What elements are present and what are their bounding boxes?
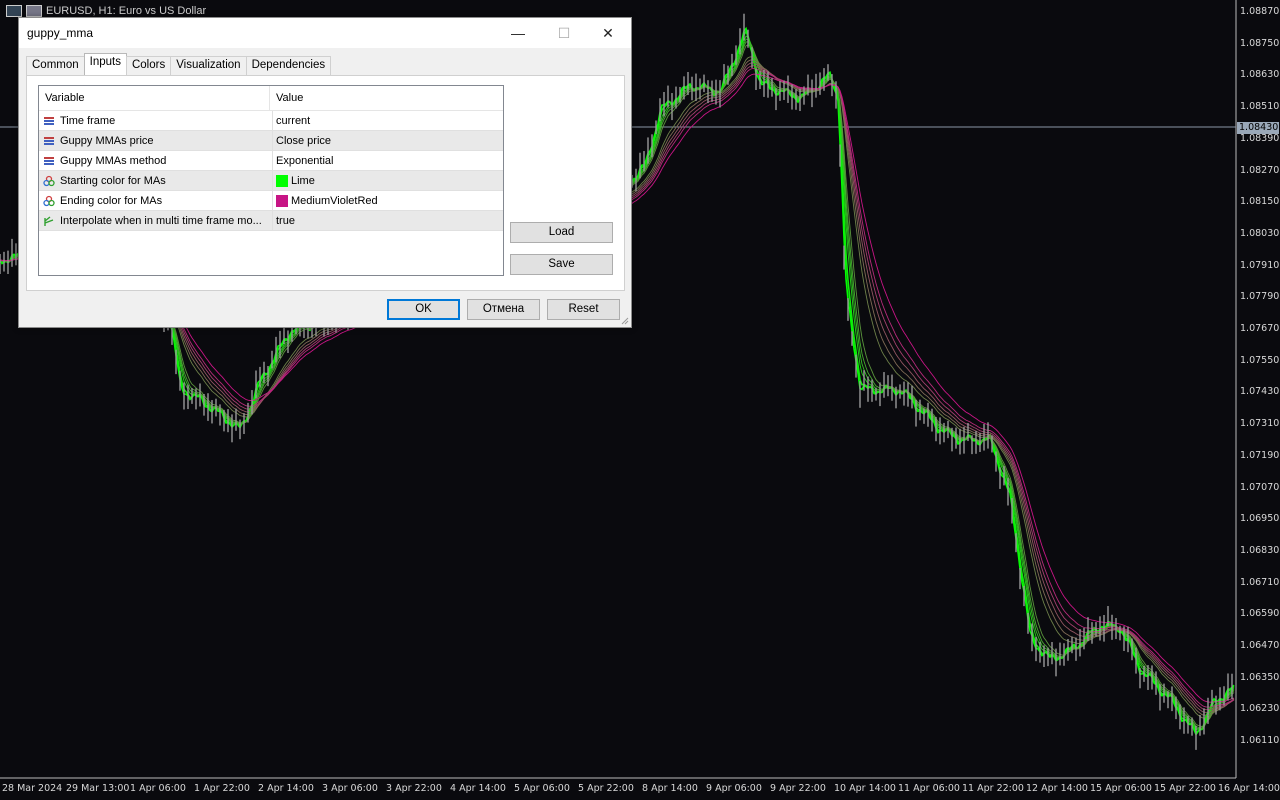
value-column-header[interactable]: Value — [270, 86, 303, 110]
price-tick-label: 1.07670 — [1240, 323, 1280, 334]
time-tick-label: 16 Apr 14:00 — [1218, 783, 1280, 794]
tab-common[interactable]: Common — [26, 56, 85, 75]
enum-icon — [44, 116, 54, 125]
variable-name: Guppy MMAs price — [60, 134, 154, 147]
price-tick-label: 1.08870 — [1240, 6, 1280, 17]
close-button[interactable]: ✕ — [585, 18, 631, 48]
price-tick-label: 1.08150 — [1240, 196, 1280, 208]
chart-icon — [6, 5, 22, 17]
variable-name: Starting color for MAs — [60, 174, 166, 187]
time-tick-label: 5 Apr 06:00 — [514, 783, 570, 794]
time-tick-label: 5 Apr 22:00 — [578, 783, 634, 794]
inputs-grid[interactable]: Variable Value Time frame current Guppy … — [38, 85, 504, 276]
input-row-interpolate[interactable]: Interpolate when in multi time frame mo.… — [39, 211, 503, 231]
input-row-starting-color[interactable]: Starting color for MAs Lime — [39, 171, 503, 191]
color-icon — [43, 195, 55, 206]
price-tick-label: 1.06350 — [1240, 671, 1280, 683]
time-tick-label: 12 Apr 14:00 — [1026, 783, 1088, 794]
price-tick-label: 1.07430 — [1240, 386, 1280, 398]
inputs-panel: Variable Value Time frame current Guppy … — [26, 75, 625, 291]
price-tick-label: 1.08270 — [1240, 164, 1280, 176]
price-tick-label: 1.06590 — [1240, 608, 1280, 620]
price-tick-label: 1.07310 — [1240, 418, 1280, 430]
title-bar[interactable]: guppy_mma — ☐ ✕ — [19, 18, 631, 48]
time-tick-label: 11 Apr 22:00 — [962, 783, 1024, 794]
time-tick-label: 9 Apr 06:00 — [706, 783, 762, 794]
enum-icon — [44, 156, 54, 165]
tab-colors[interactable]: Colors — [125, 56, 172, 75]
variable-value: current — [276, 114, 311, 127]
chart-title: EURUSD, H1: Euro vs US Dollar — [6, 5, 206, 17]
input-row-method[interactable]: Guppy MMAs method Exponential — [39, 151, 503, 171]
ok-button[interactable]: OK — [387, 299, 460, 320]
price-tick-label: 1.08390 — [1240, 132, 1280, 144]
variable-name: Guppy MMAs method — [60, 154, 167, 167]
symbol-icon — [26, 5, 42, 17]
maximize-button[interactable]: ☐ — [541, 18, 587, 48]
price-tick-label: 1.08510 — [1240, 101, 1280, 113]
color-swatch — [276, 174, 288, 187]
variable-name: Time frame — [60, 114, 116, 127]
input-row-time-frame[interactable]: Time frame current — [39, 111, 503, 131]
color-swatch — [276, 194, 288, 207]
load-button[interactable]: Load — [510, 222, 613, 243]
variable-value: Lime — [291, 174, 315, 187]
variable-value: Exponential — [276, 154, 334, 167]
time-tick-label: 3 Apr 22:00 — [386, 783, 442, 794]
bool-icon — [44, 215, 54, 226]
time-tick-label: 29 Mar 13:00 — [66, 783, 130, 794]
price-tick-label: 1.06950 — [1240, 513, 1280, 525]
time-tick-label: 3 Apr 06:00 — [322, 783, 378, 794]
variable-name: Interpolate when in multi time frame mo.… — [60, 214, 262, 227]
time-tick-label: 15 Apr 06:00 — [1090, 783, 1152, 794]
price-tick-label: 1.06470 — [1240, 640, 1280, 651]
reset-button[interactable]: Reset — [547, 299, 620, 320]
input-row-price[interactable]: Guppy MMAs price Close price — [39, 131, 503, 151]
enum-icon — [44, 136, 54, 145]
price-tick-label: 1.07550 — [1240, 354, 1280, 366]
price-tick-label: 1.07910 — [1240, 259, 1280, 271]
variable-value: true — [276, 214, 295, 227]
minimize-button[interactable]: — — [495, 18, 541, 48]
time-tick-label: 4 Apr 14:00 — [450, 783, 506, 794]
price-tick-label: 1.06230 — [1240, 703, 1280, 715]
time-tick-label: 1 Apr 06:00 — [130, 783, 186, 794]
price-tick-label: 1.06710 — [1240, 576, 1280, 588]
tab-inputs[interactable]: Inputs — [83, 53, 127, 75]
price-tick-label: 1.07190 — [1240, 449, 1280, 461]
input-row-ending-color[interactable]: Ending color for MAs MediumVioletRed — [39, 191, 503, 211]
indicator-properties-dialog: guppy_mma — ☐ ✕ Common Inputs Colors Vis… — [18, 17, 632, 328]
variable-value: Close price — [276, 134, 332, 147]
time-tick-label: 28 Mar 2024 — [2, 783, 63, 794]
grid-header: Variable Value — [39, 86, 503, 111]
current-price-label: 1.08430 — [1237, 122, 1279, 134]
price-tick-label: 1.06830 — [1240, 544, 1280, 556]
time-tick-label: 9 Apr 22:00 — [770, 783, 826, 794]
tab-bar: Common Inputs Colors Visualization Depen… — [26, 53, 332, 75]
price-tick-label: 1.08750 — [1240, 37, 1280, 49]
save-button[interactable]: Save — [510, 254, 613, 275]
price-tick-label: 1.06110 — [1240, 735, 1280, 747]
resize-grip-icon[interactable] — [621, 317, 629, 325]
price-tick-label: 1.08630 — [1240, 69, 1280, 81]
cancel-button[interactable]: Отмена — [467, 299, 540, 320]
color-icon — [43, 175, 55, 186]
time-tick-label: 2 Apr 14:00 — [258, 783, 314, 794]
price-tick-label: 1.07070 — [1240, 481, 1280, 493]
time-tick-label: 10 Apr 14:00 — [834, 783, 896, 794]
time-tick-label: 1 Apr 22:00 — [194, 783, 250, 794]
time-tick-label: 8 Apr 14:00 — [642, 783, 698, 794]
tab-visualization[interactable]: Visualization — [170, 56, 247, 75]
price-tick-label: 1.08030 — [1240, 227, 1280, 239]
dialog-title: guppy_mma — [27, 26, 94, 40]
tab-dependencies[interactable]: Dependencies — [245, 56, 332, 75]
variable-column-header[interactable]: Variable — [39, 86, 270, 110]
price-tick-label: 1.07790 — [1240, 291, 1280, 303]
variable-name: Ending color for MAs — [60, 194, 163, 207]
time-tick-label: 15 Apr 22:00 — [1154, 783, 1216, 794]
time-tick-label: 11 Apr 06:00 — [898, 783, 960, 794]
variable-value: MediumVioletRed — [291, 194, 378, 207]
